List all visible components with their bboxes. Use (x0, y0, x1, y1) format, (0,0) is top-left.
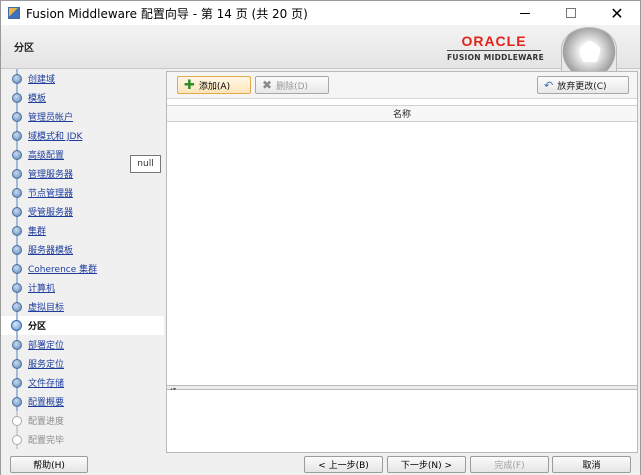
add-button[interactable]: ✚ 添加(A) (177, 76, 251, 94)
step-status-icon (12, 435, 22, 445)
step-status-icon (12, 416, 22, 426)
step-status-icon (12, 169, 22, 179)
nav-step[interactable]: 集群 (1, 221, 164, 240)
nav-step[interactable]: 部署定位 (1, 335, 164, 354)
step-status-icon (12, 150, 22, 160)
nav-step-label: 节点管理器 (28, 189, 74, 199)
back-button[interactable]: < 上一步(B) (304, 456, 383, 473)
nav-step[interactable]: 配置概要 (1, 392, 164, 411)
step-status-icon (12, 93, 22, 103)
step-status-icon (12, 378, 22, 388)
nav-step-label: 配置概要 (28, 398, 65, 408)
revert-changes-button[interactable]: ↶ 放弃更改(C) (537, 76, 629, 94)
nav-step[interactable]: 节点管理器 (1, 183, 164, 202)
nav-step-label: 域模式和 JDK (28, 132, 83, 142)
step-status-icon (12, 245, 22, 255)
step-status-icon (12, 340, 22, 350)
wizard-header: 分区 ORACLE FUSION MIDDLEWARE (1, 25, 640, 71)
title-bar: Fusion Middleware 配置向导 - 第 14 页 (共 20 页)… (1, 1, 640, 25)
finish-button[interactable]: 完成(F) (470, 456, 549, 473)
nav-step-label: 部署定位 (28, 341, 65, 351)
step-status-icon (12, 397, 22, 407)
step-status-icon (12, 359, 22, 369)
nav-step: 配置完毕 (1, 430, 164, 449)
window-title: Fusion Middleware 配置向导 - 第 14 页 (共 20 页) (26, 6, 308, 21)
window-controls: ✕ (502, 1, 640, 25)
nav-step-label: 创建域 (28, 75, 56, 85)
nav-step-label: 文件存储 (28, 379, 65, 389)
detail-pane (167, 390, 637, 452)
step-status-icon (12, 226, 22, 236)
next-button[interactable]: 下一步(N) > (387, 456, 466, 473)
revert-button-label: 放弃更改(C) (557, 81, 607, 92)
nav-step[interactable]: Coherence 集群 (1, 259, 164, 278)
nav-step-label: 管理员帐户 (28, 113, 74, 123)
oracle-brand-text: ORACLE (461, 33, 527, 49)
add-button-label: 添加(A) (198, 81, 231, 92)
oracle-brand-subtitle: FUSION MIDDLEWARE (447, 50, 544, 62)
nav-step-label: 受管服务器 (28, 208, 74, 218)
step-status-icon (12, 131, 22, 141)
tooltip: null (130, 155, 161, 173)
step-status-icon (12, 74, 22, 84)
nav-step[interactable]: 服务定位 (1, 354, 164, 373)
nav-step-label: 服务定位 (28, 360, 65, 370)
nav-step-label: 分区 (28, 322, 47, 332)
step-status-icon (12, 188, 22, 198)
partitions-panel: ✚ 添加(A) ✖ 删除(D) ↶ 放弃更改(C) 名称 ▴▾ (166, 71, 638, 453)
app-icon (8, 7, 20, 19)
nav-step[interactable]: 模板 (1, 88, 164, 107)
page-title: 分区 (14, 43, 34, 54)
nav-step-label: 管理服务器 (28, 170, 74, 180)
nav-step[interactable]: 管理员帐户 (1, 107, 164, 126)
delete-button[interactable]: ✖ 删除(D) (255, 76, 329, 94)
nav-step-label: 集群 (28, 227, 47, 237)
nav-step: 配置进度 (1, 411, 164, 430)
step-status-icon (11, 320, 22, 331)
plus-icon: ✚ (184, 77, 195, 93)
fusion-globe-icon (561, 27, 617, 71)
nav-step[interactable]: 服务器模板 (1, 240, 164, 259)
step-status-icon (12, 283, 22, 293)
nav-step[interactable]: 域模式和 JDK (1, 126, 164, 145)
nav-step-label: Coherence 集群 (28, 265, 98, 275)
close-icon[interactable]: ✕ (594, 1, 640, 25)
partitions-table-body[interactable] (167, 123, 637, 385)
nav-step[interactable]: 分区 (1, 316, 164, 335)
nav-step[interactable]: 创建域 (1, 69, 164, 88)
maximize-icon[interactable] (548, 1, 594, 25)
nav-step-label: 服务器模板 (28, 246, 74, 256)
nav-step-label: 配置进度 (28, 417, 65, 427)
minimize-icon[interactable] (502, 1, 548, 25)
nav-step-label: 虚拟目标 (28, 303, 65, 313)
step-status-icon (12, 112, 22, 122)
cancel-button[interactable]: 取消 (552, 456, 631, 473)
x-icon: ✖ (262, 78, 273, 92)
wizard-footer: 帮助(H) < 上一步(B) 下一步(N) > 完成(F) 取消 (1, 453, 640, 475)
config-wizard-window: Fusion Middleware 配置向导 - 第 14 页 (共 20 页)… (0, 0, 641, 475)
step-status-icon (12, 264, 22, 274)
wizard-step-nav: 创建域模板管理员帐户域模式和 JDK 高级配置管理服务器节点管理器受管服务器集群服… (1, 69, 164, 453)
help-button[interactable]: 帮助(H) (10, 456, 88, 473)
step-status-icon (12, 302, 22, 312)
nav-step[interactable]: 计算机 (1, 278, 164, 297)
oracle-logo: ORACLE FUSION MIDDLEWARE (447, 33, 544, 62)
nav-step-label: 计算机 (28, 284, 56, 294)
undo-icon: ↶ (544, 78, 554, 92)
delete-button-label: 删除(D) (276, 81, 309, 92)
nav-step-label: 配置完毕 (28, 436, 65, 446)
nav-step[interactable]: 虚拟目标 (1, 297, 164, 316)
nav-step[interactable]: 文件存储 (1, 373, 164, 392)
nav-step[interactable]: 受管服务器 (1, 202, 164, 221)
nav-step-label: 高级配置 (28, 151, 65, 161)
column-header-name[interactable]: 名称 (167, 105, 637, 122)
step-status-icon (12, 207, 22, 217)
table-toolbar: ✚ 添加(A) ✖ 删除(D) ↶ 放弃更改(C) (167, 72, 637, 99)
nav-step-label: 模板 (28, 94, 47, 104)
